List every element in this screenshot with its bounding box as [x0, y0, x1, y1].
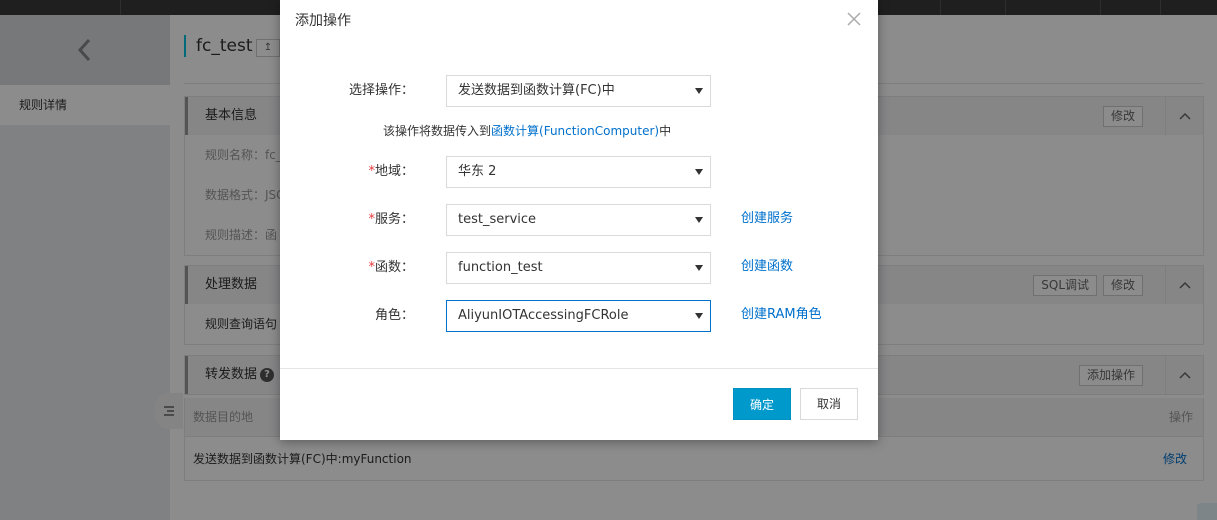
add-action-dialog: 添加操作 选择操作： 发送数据到函数计算(FC)中 该操作将数据传入到函数计算(…	[280, 0, 878, 440]
region-label: *地域：	[280, 156, 414, 188]
create-service-link[interactable]: 创建服务	[741, 203, 793, 235]
role-select[interactable]: AliyunIOTAccessingFCRole	[446, 300, 711, 332]
role-label: 角色：	[374, 308, 414, 323]
close-icon	[847, 12, 861, 26]
function-compute-link[interactable]: 函数计算(FunctionComputer)	[491, 124, 659, 138]
caret-down-icon	[695, 313, 703, 319]
divider	[280, 368, 878, 369]
label-text: 服务：	[374, 212, 414, 227]
caret-down-icon	[695, 217, 703, 223]
close-button[interactable]	[846, 11, 864, 29]
region-select[interactable]: 华东 2	[446, 156, 711, 188]
confirm-button[interactable]: 确定	[733, 388, 791, 420]
caret-down-icon	[695, 265, 703, 271]
label-text: 地域：	[374, 164, 414, 179]
hint-text: 中	[659, 124, 672, 138]
operation-hint: 该操作将数据传入到函数计算(FunctionComputer)中	[383, 122, 671, 140]
hint-text: 该操作将数据传入到	[383, 124, 492, 138]
caret-down-icon	[695, 88, 703, 94]
service-label: *服务：	[280, 204, 414, 236]
select-value: 华东 2	[458, 164, 497, 179]
service-select[interactable]: test_service	[446, 204, 711, 236]
dialog-title: 添加操作	[295, 13, 351, 29]
select-value: test_service	[458, 212, 537, 227]
create-function-link[interactable]: 创建函数	[741, 251, 793, 283]
caret-down-icon	[695, 169, 703, 175]
select-value: 发送数据到函数计算(FC)中	[458, 83, 615, 98]
operation-select[interactable]: 发送数据到函数计算(FC)中	[446, 75, 711, 107]
function-label: *函数：	[280, 252, 414, 284]
create-ram-role-link[interactable]: 创建RAM角色	[741, 299, 822, 331]
select-value: function_test	[458, 260, 543, 275]
function-select[interactable]: function_test	[446, 252, 711, 284]
select-value: AliyunIOTAccessingFCRole	[458, 308, 629, 323]
label-text: 函数：	[374, 260, 414, 275]
cancel-button[interactable]: 取消	[800, 388, 858, 420]
operation-label: 选择操作：	[348, 83, 414, 98]
